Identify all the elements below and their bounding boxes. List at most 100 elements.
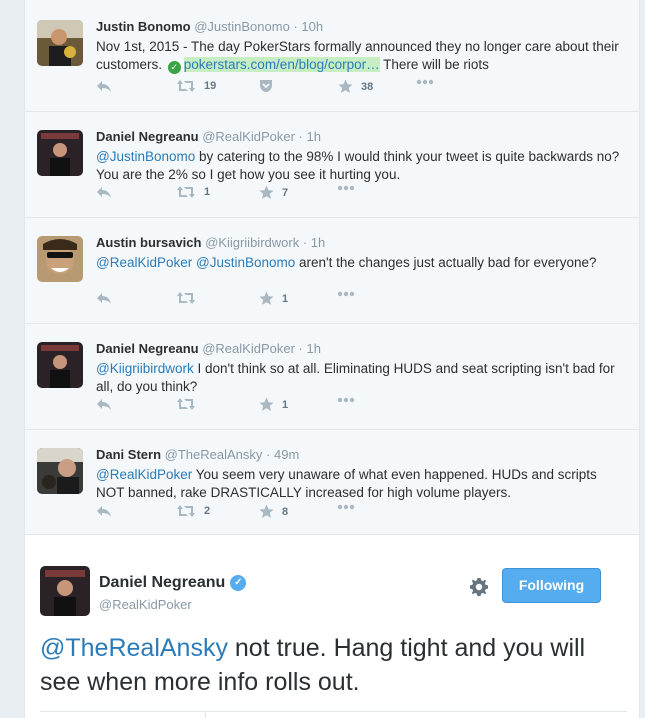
tweet[interactable]: Justin Bonomo @JustinBonomo · 10h Nov 1s… bbox=[25, 0, 639, 112]
more-button[interactable] bbox=[337, 504, 355, 510]
reply-icon bbox=[97, 506, 111, 517]
retweet-icon bbox=[177, 80, 195, 92]
tweet-timestamp[interactable]: 1h bbox=[307, 341, 321, 356]
favorite-button[interactable]: 38 bbox=[338, 79, 373, 94]
tweet-author-handle[interactable]: @RealKidPoker bbox=[202, 341, 295, 356]
more-dots-icon bbox=[337, 397, 355, 403]
retweet-count: 2 bbox=[204, 505, 211, 517]
divider bbox=[205, 711, 206, 718]
more-button[interactable] bbox=[337, 397, 355, 403]
retweet-icon bbox=[177, 505, 195, 517]
avatar[interactable] bbox=[37, 130, 83, 176]
retweet-button[interactable] bbox=[176, 397, 204, 411]
tweet-timestamp[interactable]: 49m bbox=[274, 447, 299, 462]
tweet-timestamp[interactable]: 10h bbox=[301, 19, 323, 34]
mention-link[interactable]: @JustinBonomo bbox=[196, 255, 295, 270]
star-icon bbox=[259, 397, 274, 411]
tweet-author-name[interactable]: Daniel Negreanu bbox=[96, 129, 199, 144]
conversation-thread: Justin Bonomo @JustinBonomo · 10h Nov 1s… bbox=[24, 0, 640, 535]
focused-author-name[interactable]: Daniel Negreanu ✓ bbox=[99, 574, 247, 592]
retweet-button[interactable]: 1 bbox=[176, 185, 210, 199]
star-icon bbox=[259, 504, 274, 518]
tweet[interactable]: Daniel Negreanu @RealKidPoker · 1h @Kiig… bbox=[25, 324, 639, 430]
tweet-text-part: aren't the changes just actually bad for… bbox=[295, 255, 597, 270]
avatar[interactable] bbox=[37, 448, 83, 494]
retweet-count: 1 bbox=[204, 186, 211, 198]
reply-button[interactable] bbox=[96, 397, 112, 411]
more-button[interactable] bbox=[337, 291, 355, 297]
retweet-button[interactable]: 2 bbox=[176, 504, 210, 518]
mention-link[interactable]: @RealKidPoker bbox=[96, 467, 192, 482]
tweet-author-handle[interactable]: @TheRealAnsky bbox=[165, 447, 263, 462]
avatar[interactable] bbox=[40, 566, 90, 616]
tweet[interactable]: Dani Stern @TheRealAnsky · 49m @RealKidP… bbox=[25, 430, 639, 536]
retweet-icon bbox=[177, 292, 195, 304]
favorite-count: 1 bbox=[282, 398, 289, 411]
tweet-text: @RealKidPoker @JustinBonomo aren't the c… bbox=[96, 254, 625, 272]
retweet-count: 19 bbox=[204, 80, 217, 92]
mention-link[interactable]: @TheRealAnsky bbox=[40, 634, 228, 662]
tweet-link[interactable]: pokerstars.com/en/blog/corpor… bbox=[183, 57, 380, 72]
separator: · bbox=[293, 19, 298, 34]
favorite-count: 7 bbox=[282, 186, 289, 199]
tweet-author-name[interactable]: Justin Bonomo bbox=[96, 19, 191, 34]
tweet-actions: 19 38 bbox=[96, 79, 456, 97]
favorite-count: 38 bbox=[361, 80, 374, 93]
favorite-button[interactable]: 1 bbox=[259, 291, 288, 306]
star-icon bbox=[259, 185, 274, 199]
retweet-button[interactable] bbox=[176, 291, 204, 305]
tweet-actions: 1 7 bbox=[96, 185, 456, 203]
favorite-button[interactable]: 1 bbox=[259, 397, 288, 412]
mention-link[interactable]: @RealKidPoker bbox=[96, 255, 192, 270]
tweet-author-handle[interactable]: @JustinBonomo bbox=[194, 19, 290, 34]
avatar[interactable] bbox=[37, 20, 83, 66]
mention-link[interactable]: @Kiigriibirdwork bbox=[96, 361, 194, 376]
tweet[interactable]: Austin bursavich @Kiigriibirdwork · 1h @… bbox=[25, 218, 639, 324]
tweet-actions: 1 bbox=[96, 397, 456, 415]
tweet-actions: 2 8 bbox=[96, 504, 456, 522]
separator: · bbox=[302, 235, 308, 250]
reply-button[interactable] bbox=[96, 291, 112, 305]
focused-author-name-text: Daniel Negreanu bbox=[99, 574, 226, 591]
tweet-timestamp[interactable]: 1h bbox=[311, 235, 325, 250]
more-button[interactable] bbox=[416, 79, 434, 85]
tweet-text: @JustinBonomo by catering to the 98% I w… bbox=[96, 148, 625, 184]
tweet-text: @Kiigriibirdwork I don't think so at all… bbox=[96, 360, 625, 396]
focused-tweet-text: @TheRealAnsky not true. Hang tight and y… bbox=[40, 631, 600, 699]
more-button[interactable] bbox=[337, 185, 355, 191]
reply-button[interactable] bbox=[96, 185, 112, 199]
tweet-text-part: There will be riots bbox=[379, 57, 489, 72]
tweet[interactable]: Daniel Negreanu @RealKidPoker · 1h @Just… bbox=[25, 112, 639, 218]
favorite-button[interactable]: 7 bbox=[259, 185, 288, 200]
retweet-icon bbox=[177, 186, 195, 198]
more-dots-icon bbox=[337, 504, 355, 510]
tweet-author-name[interactable]: Austin bursavich bbox=[96, 235, 201, 250]
pocket-icon bbox=[260, 80, 272, 92]
avatar[interactable] bbox=[37, 342, 83, 388]
reply-icon bbox=[97, 81, 111, 92]
favorite-count: 8 bbox=[282, 505, 289, 518]
focused-author-handle[interactable]: @RealKidPoker bbox=[99, 597, 192, 612]
tweet-text: Nov 1st, 2015 - The day PokerStars forma… bbox=[96, 38, 625, 74]
star-icon bbox=[259, 291, 274, 305]
mention-link[interactable]: @JustinBonomo bbox=[96, 149, 195, 164]
favorite-button[interactable]: 8 bbox=[259, 504, 288, 519]
tweet-author-handle[interactable]: @RealKidPoker bbox=[202, 129, 295, 144]
gear-icon[interactable] bbox=[469, 577, 489, 597]
tweet-author-name[interactable]: Dani Stern bbox=[96, 447, 161, 462]
tweet-timestamp[interactable]: 1h bbox=[307, 129, 321, 144]
following-button[interactable]: Following bbox=[502, 568, 601, 603]
reply-button[interactable] bbox=[96, 504, 112, 518]
pocket-button[interactable] bbox=[259, 79, 273, 93]
reply-icon bbox=[97, 399, 111, 410]
tweet-author-handle[interactable]: @Kiigriibirdwork bbox=[205, 235, 299, 250]
verified-badge-icon: ✓ bbox=[230, 575, 247, 591]
tweet-author-name[interactable]: Daniel Negreanu bbox=[96, 341, 199, 356]
retweet-button[interactable]: 19 bbox=[176, 79, 216, 93]
reply-button[interactable] bbox=[96, 79, 112, 93]
star-icon bbox=[338, 79, 353, 93]
avatar[interactable] bbox=[37, 236, 83, 282]
tweet-actions: 1 bbox=[96, 291, 456, 309]
more-dots-icon bbox=[337, 291, 355, 297]
favorite-count: 1 bbox=[282, 292, 289, 305]
